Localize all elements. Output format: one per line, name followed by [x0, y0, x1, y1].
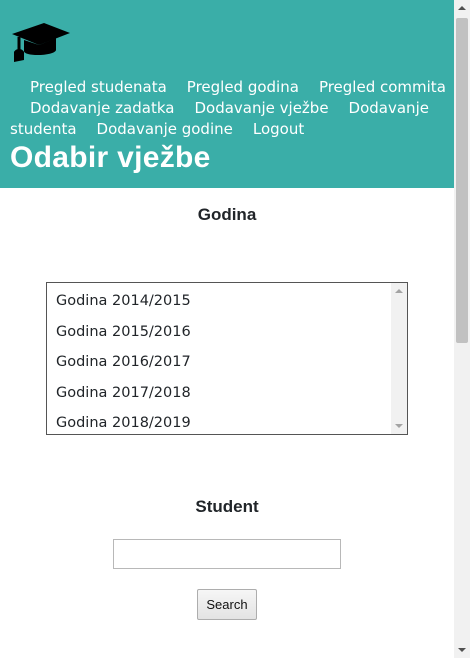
year-label: Godina — [197, 205, 257, 224]
year-option[interactable]: Godina 2015/2016 — [47, 317, 391, 348]
page-scrollbar[interactable] — [454, 0, 470, 658]
site-header: Pregled studenata Pregled godina Pregled c… — [0, 0, 454, 188]
nav-pregled-commita[interactable]: Pregled commita — [319, 78, 446, 96]
nav-dodavanje-zadatka[interactable]: Dodavanje zadatka — [30, 99, 174, 117]
year-option[interactable]: Godina 2018/2019 — [47, 408, 391, 434]
main-nav: Pregled studenata Pregled godina Pregled c… — [10, 77, 450, 140]
student-label: Student — [195, 497, 259, 516]
nav-pregled-godina[interactable]: Pregled godina — [187, 78, 299, 96]
nav-dodavanje-vjezbe[interactable]: Dodavanje vježbe — [194, 99, 328, 117]
year-option[interactable]: Godina 2016/2017 — [47, 347, 391, 378]
student-search-input[interactable] — [113, 539, 341, 569]
year-select[interactable]: Godina 2014/2015 Godina 2015/2016 Godina… — [46, 282, 408, 435]
year-option[interactable]: Godina 2014/2015 — [47, 286, 391, 317]
page-scroll-thumb[interactable] — [456, 18, 468, 343]
year-option[interactable]: Godina 2017/2018 — [47, 378, 391, 409]
year-select-scrollbar[interactable] — [391, 283, 407, 434]
graduation-cap-icon — [12, 23, 70, 62]
page-viewport: Pregled studenata Pregled godina Pregled c… — [0, 0, 454, 658]
nav-dodavanje-godine[interactable]: Dodavanje godine — [97, 120, 233, 138]
scroll-up-arrow-icon[interactable] — [395, 289, 403, 293]
page-title: Odabir vježbe — [10, 141, 211, 174]
scroll-down-arrow-icon[interactable] — [395, 424, 403, 428]
nav-pregled-studenata[interactable]: Pregled studenata — [30, 78, 167, 96]
page-scroll-up-icon[interactable] — [458, 6, 466, 10]
page-scroll-down-icon[interactable] — [458, 648, 466, 652]
search-button[interactable]: Search — [197, 589, 257, 620]
nav-logout[interactable]: Logout — [253, 120, 304, 138]
